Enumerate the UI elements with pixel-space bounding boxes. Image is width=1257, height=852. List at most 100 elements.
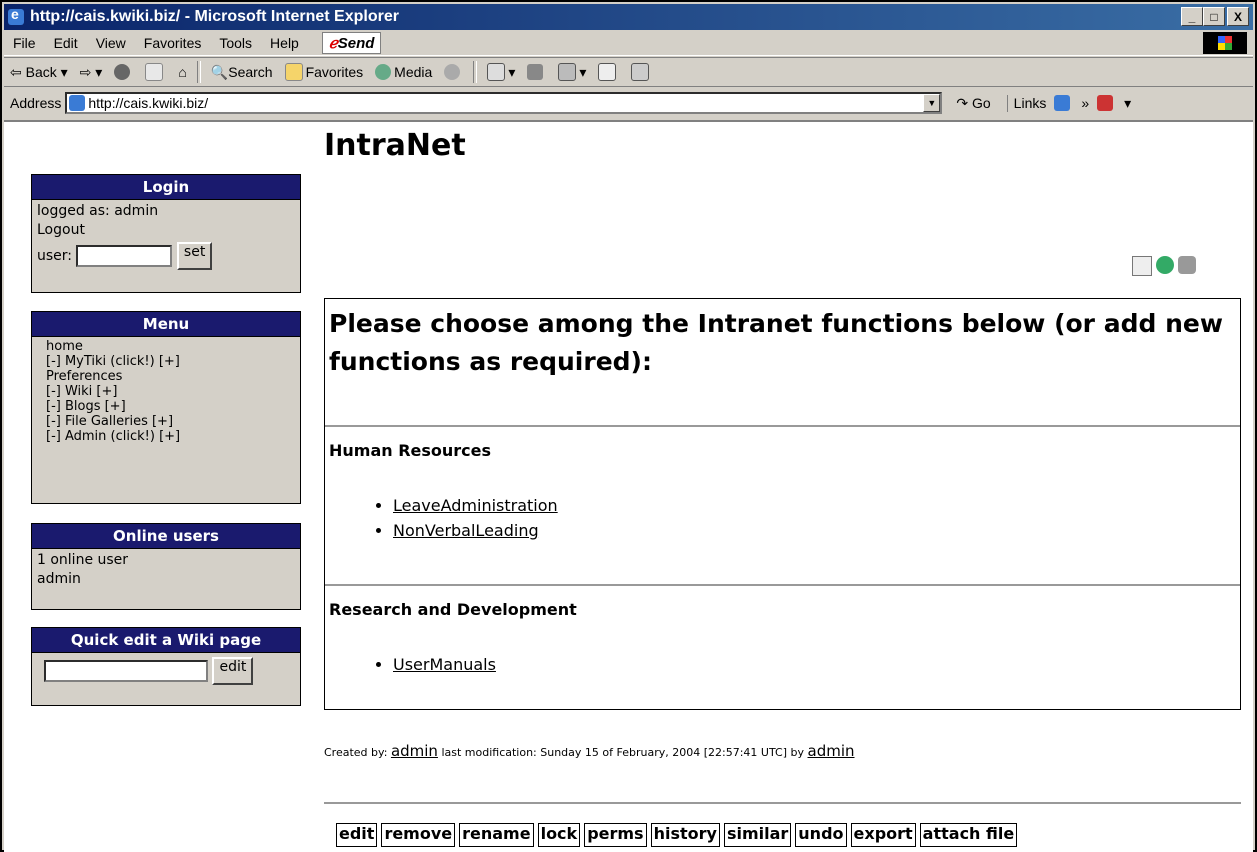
address-label: Address [10,95,62,111]
online-users-header: Online users [32,524,300,549]
lock-button[interactable]: lock [537,823,581,847]
menu-view[interactable]: View [87,35,135,51]
menu-bar: File Edit View Favorites Tools Help ℯSen… [4,31,1253,56]
menu-item-home[interactable]: home [46,339,294,354]
research-development-list: UserManuals [373,652,496,677]
set-button[interactable]: set [176,242,213,270]
menu-item-blogs[interactable]: [-] Blogs [+] [46,399,294,414]
back-arrow-icon: ⇦ [10,63,22,80]
menu-tools[interactable]: Tools [210,35,261,51]
home-icon: ⌂ [178,64,187,80]
rename-button[interactable]: rename [459,823,534,847]
favorites-button[interactable]: Favorites [279,63,370,81]
menu-file[interactable]: File [4,35,45,51]
section-title-human-resources: Human Resources [329,441,492,460]
acrobat-icon[interactable] [1097,95,1114,111]
discuss-icon [598,63,617,81]
send-button[interactable]: ℯSend [321,32,382,54]
online-user[interactable]: admin [37,570,295,589]
link-nonverbal-leading[interactable]: NonVerbalLeading [393,521,539,540]
last-modification-text: last modification: Sunday 15 of February… [441,746,805,759]
minimize-button[interactable]: _ [1181,7,1203,26]
attach-file-button[interactable]: attach file [919,823,1018,847]
edit-icon[interactable] [1132,256,1152,276]
back-button[interactable]: ⇦ Back ▾ [4,64,74,81]
modifier-link[interactable]: admin [808,742,855,760]
page-content: Login logged as: admin Logout user: set … [4,120,1253,852]
list-item: NonVerbalLeading [393,518,558,543]
address-bar: Address http://cais.kwiki.biz/ ▼ ↷ Go Li… [4,88,1253,118]
maximize-button[interactable]: □ [1203,7,1225,26]
undo-button[interactable]: undo [795,823,847,847]
media-label: Media [394,64,433,80]
menu-item-wiki[interactable]: [-] Wiki [+] [46,384,294,399]
perms-button[interactable]: perms [584,823,647,847]
history-icon [444,64,461,80]
user-label: user: [37,248,73,264]
page-actions: edit remove rename lock perms history si… [336,823,1018,847]
print-icon[interactable] [1178,256,1196,274]
history-button[interactable]: history [650,823,720,847]
search-label: Search [228,64,273,80]
link-leave-administration[interactable]: LeaveAdministration [393,496,558,515]
media-button[interactable]: Media [369,64,438,80]
menu-favorites[interactable]: Favorites [135,35,211,51]
links-toolbar[interactable]: Links » ▾ [1006,94,1131,112]
print-button[interactable] [521,64,552,80]
history-button[interactable] [438,64,469,80]
messenger-button[interactable] [625,63,658,81]
stop-button[interactable] [108,64,139,80]
chevron-icon[interactable]: » [1081,95,1089,111]
logout-link[interactable]: Logout [37,221,295,240]
go-arrow-icon: ↷ [956,94,969,111]
toolbar: ⇦ Back ▾ ⇨ ▾ ⌂ 🔍 Search Favorites Media ▾… [4,57,1253,87]
logged-as-text: logged as: admin [37,203,159,219]
menu-module: Menu home [-] MyTiki (click!) [+] Prefer… [31,311,301,504]
go-button[interactable]: ↷ Go [956,95,990,112]
refresh-icon [145,63,164,81]
menu-item-mytiki[interactable]: [-] MyTiki (click!) [+] [46,354,294,369]
quick-edit-header: Quick edit a Wiki page [32,628,300,653]
address-dropdown-icon[interactable]: ▼ [923,94,941,112]
quick-edit-button[interactable]: edit [212,657,254,685]
globe-icon[interactable] [1156,256,1174,274]
stop-icon [114,64,131,80]
menu-item-file-galleries[interactable]: [-] File Galleries [+] [46,414,294,429]
mail-icon [487,63,506,81]
online-count: 1 online user [37,552,129,568]
link-ie-icon[interactable] [1054,95,1071,111]
discuss-button[interactable] [592,63,625,81]
remove-button[interactable]: remove [381,823,456,847]
menu-help[interactable]: Help [261,35,308,51]
favorites-label: Favorites [305,64,364,80]
quick-edit-input[interactable] [44,660,208,682]
page-footer: Created by: admin last modification: Sun… [324,742,855,760]
edit-page-button[interactable]: ▾ [552,63,592,81]
refresh-button[interactable] [139,63,172,81]
home-button[interactable]: ⌂ [172,64,192,80]
list-item: LeaveAdministration [393,493,558,518]
title-bar: http://cais.kwiki.biz/ - Microsoft Inter… [4,4,1253,30]
menu-item-admin[interactable]: [-] Admin (click!) [+] [46,429,294,444]
mail-button[interactable]: ▾ [481,63,521,81]
menu-header: Menu [32,312,300,337]
close-button[interactable]: X [1227,7,1249,26]
section-title-research-development: Research and Development [329,600,577,619]
menu-item-preferences[interactable]: Preferences [46,369,294,384]
forward-button[interactable]: ⇨ ▾ [74,64,109,81]
user-input[interactable] [76,245,173,267]
print-icon [527,64,544,80]
send-label: Send [337,35,375,52]
content-box: Please choose among the Intranet functio… [324,298,1241,710]
menu-edit[interactable]: Edit [45,35,87,51]
messenger-icon [631,63,650,81]
similar-button[interactable]: similar [723,823,792,847]
link-user-manuals[interactable]: UserManuals [393,655,496,674]
login-module: Login logged as: admin Logout user: set [31,174,301,293]
address-input[interactable]: http://cais.kwiki.biz/ ▼ [65,92,943,114]
export-button[interactable]: export [850,823,916,847]
edit-button[interactable]: edit [336,823,378,847]
search-button[interactable]: 🔍 Search [205,64,279,81]
content-heading: Please choose among the Intranet functio… [329,309,1223,376]
author-link[interactable]: admin [391,742,438,760]
